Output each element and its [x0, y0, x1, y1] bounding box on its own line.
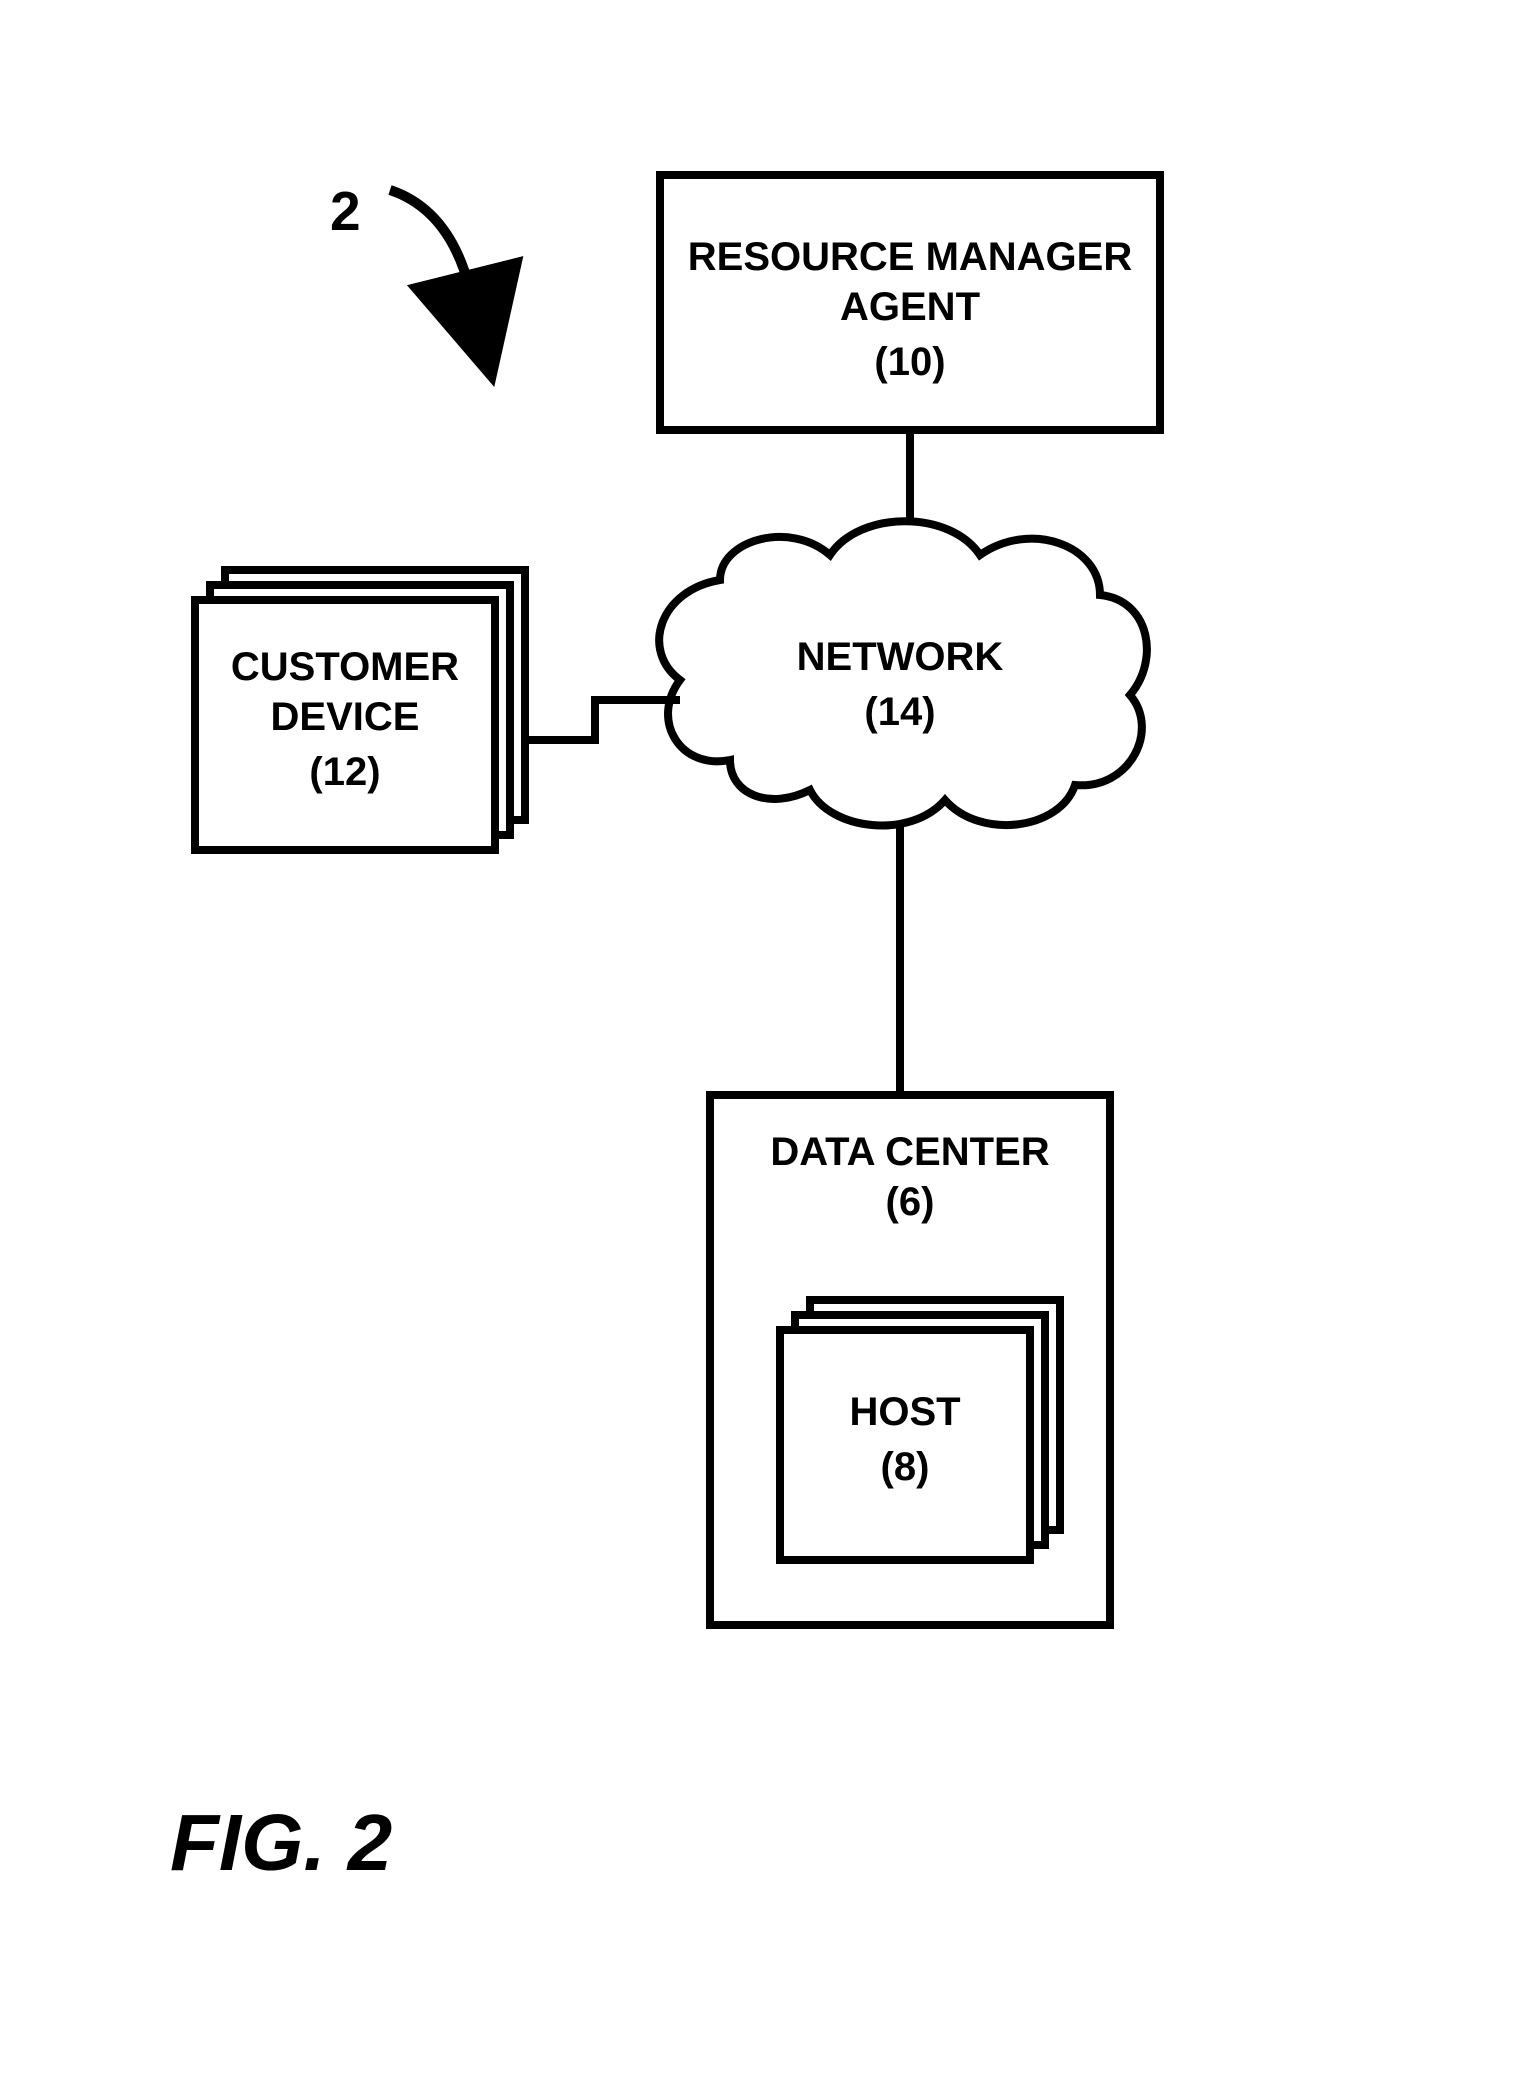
resource-manager-title: RESOURCE MANAGER — [688, 235, 1133, 279]
diagram-svg: 2 RESOURCE MANAGER AGENT (10) NETWORK (1… — [0, 0, 1521, 2089]
customer-device-subtitle: DEVICE — [271, 695, 420, 739]
connector-customer-network — [525, 700, 680, 740]
customer-device-stack: CUSTOMER DEVICE (12) — [195, 570, 525, 850]
resource-manager-box: RESOURCE MANAGER AGENT (10) — [660, 175, 1160, 430]
host-title: HOST — [849, 1390, 960, 1434]
figure-ref-numeral: 2 — [330, 180, 361, 242]
figure-ref-group: 2 — [330, 180, 470, 290]
network-cloud: NETWORK (14) — [659, 521, 1147, 825]
diagram-canvas: 2 RESOURCE MANAGER AGENT (10) NETWORK (1… — [0, 0, 1521, 2089]
customer-device-ref: (12) — [309, 750, 380, 794]
host-stack: HOST (8) — [780, 1300, 1060, 1560]
network-ref: (14) — [864, 690, 935, 734]
data-center-ref: (6) — [886, 1180, 935, 1224]
data-center-title: DATA CENTER — [770, 1130, 1049, 1174]
resource-manager-ref: (10) — [874, 340, 945, 384]
host-ref: (8) — [881, 1445, 930, 1489]
resource-manager-subtitle: AGENT — [840, 285, 980, 329]
network-title: NETWORK — [797, 635, 1004, 679]
data-center-box: DATA CENTER (6) HOST (8) — [710, 1095, 1110, 1625]
ref-arrow — [390, 190, 470, 290]
customer-device-title: CUSTOMER — [231, 645, 459, 689]
figure-label: FIG. 2 — [170, 1798, 392, 1887]
